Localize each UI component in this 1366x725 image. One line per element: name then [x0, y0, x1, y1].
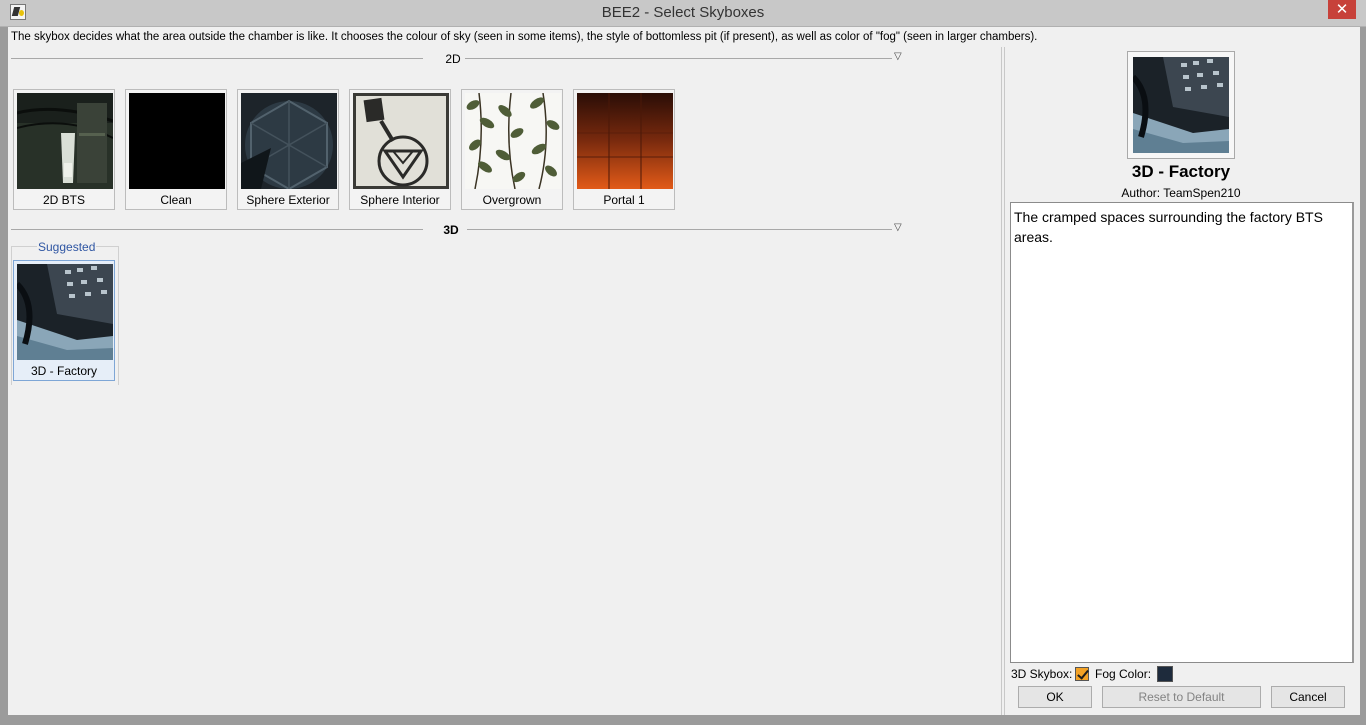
portal1-thumbnail: [577, 93, 673, 189]
skybox-tile-portal-1[interactable]: Portal 1: [573, 89, 675, 210]
skybox-option-label: 3D Skybox:: [1011, 667, 1073, 681]
skybox-tile-label: 2D BTS: [42, 193, 85, 207]
preview-author: Author: TeamSpen210: [1121, 186, 1241, 200]
collapse-arrow-icon[interactable]: ▽: [894, 51, 902, 62]
skybox-tile-label: Sphere Exterior: [246, 193, 330, 207]
pane-divider: [1004, 47, 1005, 715]
skybox-tile-label: Sphere Interior: [360, 193, 440, 207]
group-header-3d[interactable]: 3D ▽: [11, 222, 906, 237]
fog-color-swatch[interactable]: [1157, 666, 1173, 682]
group-title-2d: 2D: [445, 52, 461, 66]
fog-color-label: Fog Color:: [1095, 667, 1152, 681]
suggested-label: Suggested: [37, 240, 97, 254]
group-header-2d[interactable]: 2D ▽: [11, 51, 906, 66]
bts-skybox-thumbnail: [17, 93, 113, 189]
group-divider: [467, 229, 892, 230]
dialog-client: The skybox decides what the area outside…: [8, 27, 1360, 715]
group-divider: [11, 229, 423, 230]
clean-skybox-thumbnail: [129, 93, 225, 189]
skybox-tile-2d-bts[interactable]: 2D BTS: [13, 89, 115, 210]
skybox-tile-clean[interactable]: Clean: [125, 89, 227, 210]
sphere-exterior-thumbnail: [241, 93, 337, 189]
collapse-arrow-icon[interactable]: ▽: [894, 222, 902, 233]
skybox-tile-sphere-exterior[interactable]: Sphere Exterior: [237, 89, 339, 210]
ok-button[interactable]: OK: [1018, 686, 1092, 708]
overgrown-thumbnail: [465, 93, 561, 189]
skybox-tile-sphere-interior[interactable]: Sphere Interior: [349, 89, 451, 210]
factory-thumbnail: [17, 264, 113, 360]
reset-to-default-button[interactable]: Reset to Default: [1102, 686, 1261, 708]
skybox-tile-label: Clean: [160, 193, 192, 207]
group-divider: [11, 58, 423, 59]
cancel-button[interactable]: Cancel: [1271, 686, 1345, 708]
window-title: BEE2 - Select Skyboxes: [601, 4, 765, 21]
skybox-tile-overgrown[interactable]: Overgrown: [461, 89, 563, 210]
selector-description: The skybox decides what the area outside…: [11, 31, 1038, 43]
sphere-interior-thumbnail: [353, 93, 449, 189]
skybox-tile-label: 3D - Factory: [30, 364, 97, 378]
3d-skybox-checkbox[interactable]: [1075, 667, 1089, 681]
preview-title: 3D - Factory: [1131, 162, 1231, 181]
skybox-tile-label: Portal 1: [603, 193, 645, 207]
skybox-tile-label: Overgrown: [482, 193, 542, 207]
group-title-3d: 3D: [443, 223, 459, 237]
pane-divider[interactable]: [1001, 47, 1002, 715]
close-button[interactable]: ✕: [1328, 0, 1356, 19]
preview-description[interactable]: The cramped spaces surrounding the facto…: [1010, 202, 1354, 663]
skybox-tile-3d-factory[interactable]: 3D - Factory: [13, 260, 115, 381]
factory-thumbnail: [1133, 57, 1229, 153]
window-titlebar: BEE2 - Select Skyboxes ✕: [0, 0, 1366, 27]
group-divider: [465, 58, 892, 59]
preview-image-frame: [1127, 51, 1235, 159]
